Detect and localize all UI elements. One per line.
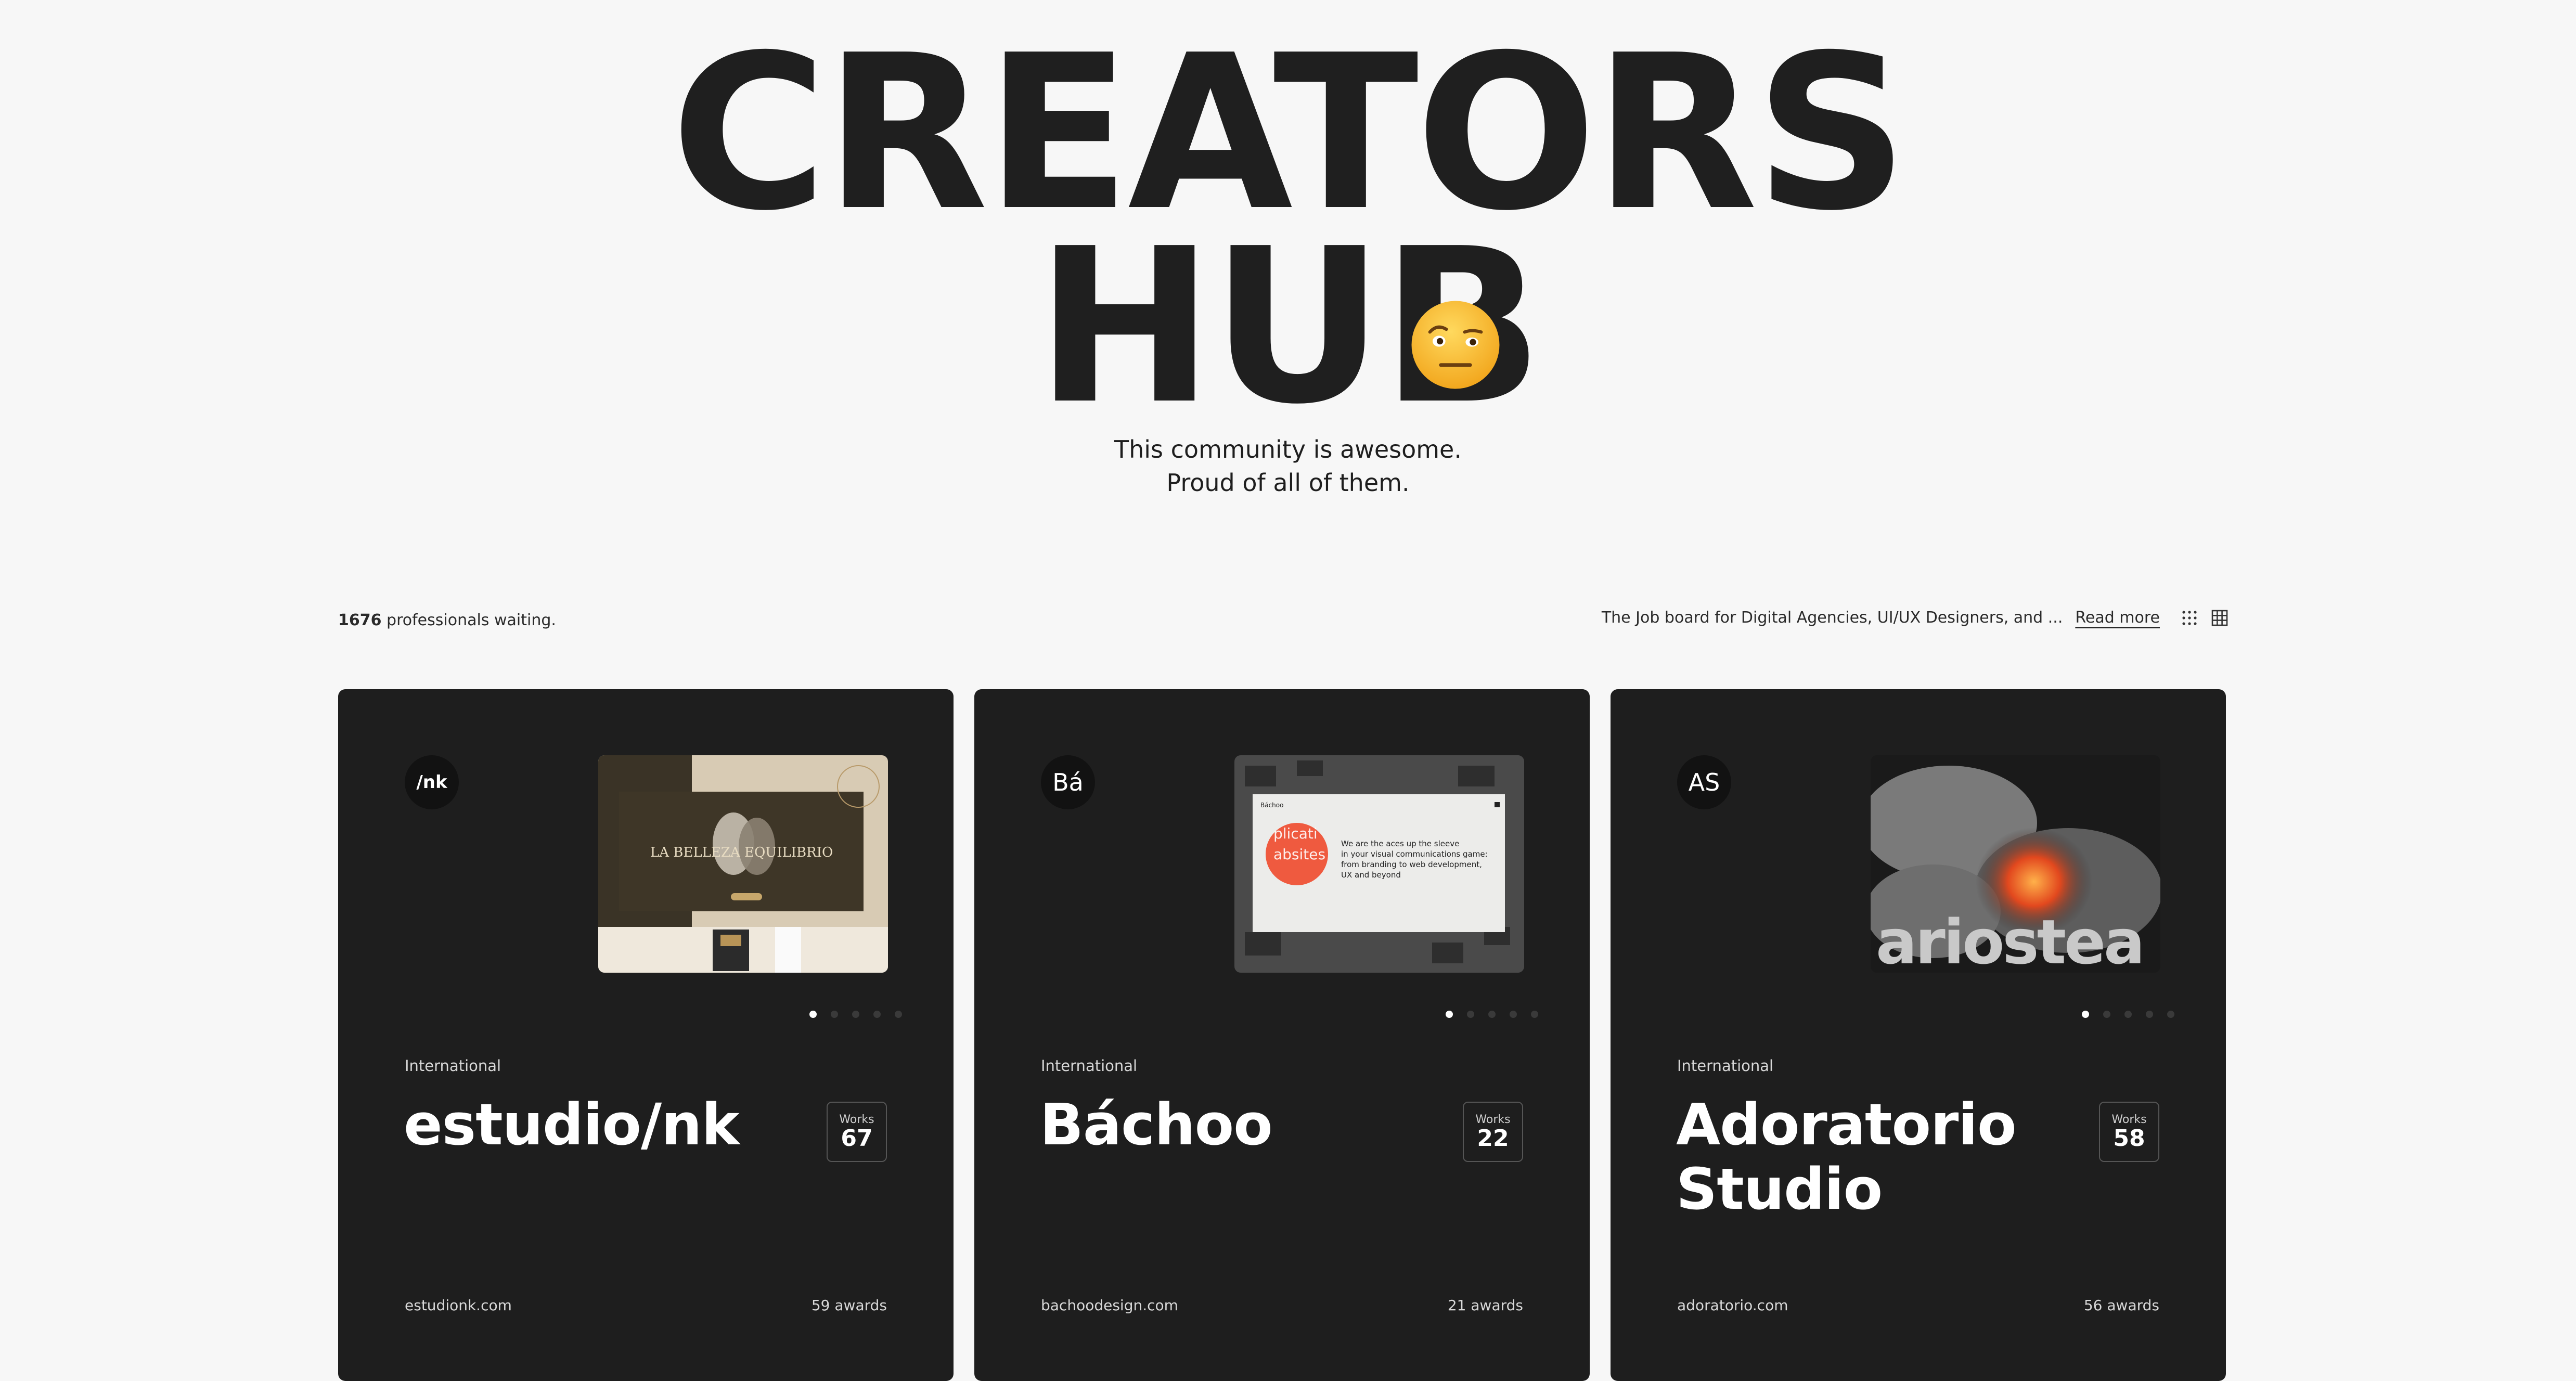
page-title: CREATORS HUB: [0, 9, 2576, 433]
works-label: Works: [839, 1113, 874, 1126]
creator-name[interactable]: Báchoo: [1040, 1092, 1435, 1157]
works-badge: Works 58: [2099, 1102, 2159, 1162]
dots-grid-icon[interactable]: [2181, 609, 2198, 627]
works-count: 22: [1477, 1125, 1509, 1152]
works-badge: Works 22: [1463, 1102, 1523, 1162]
works-label: Works: [1475, 1113, 1511, 1126]
svg-text:plicati: plicati: [1273, 825, 1318, 842]
svg-text:We are the aces up the sleeve: We are the aces up the sleeve: [1341, 839, 1459, 848]
creator-card-adoratorio[interactable]: AS ariostea International Adoratorio Stu…: [1611, 689, 2226, 1381]
svg-text:absites: absites: [1273, 846, 1325, 863]
count-number: 1676: [338, 611, 382, 629]
subtitle-line-1: This community is awesome.: [1114, 435, 1462, 463]
title-line-1: CREATORS: [671, 9, 1908, 257]
creator-logo: Bá: [1041, 755, 1095, 809]
svg-text:Báchoo: Báchoo: [1260, 802, 1283, 809]
works-count: 58: [2113, 1125, 2145, 1152]
read-more-link[interactable]: Read more: [2075, 609, 2160, 627]
awards-count: 56 awards: [2083, 1297, 2159, 1314]
svg-text:ariostea: ariostea: [1876, 906, 2143, 973]
works-badge: Works 67: [827, 1102, 887, 1162]
creator-name[interactable]: Adoratorio Studio: [1676, 1092, 2071, 1221]
svg-text:UX and beyond: UX and beyond: [1341, 870, 1401, 880]
creator-region: International: [1677, 1057, 1774, 1075]
professionals-count: 1676 professionals waiting.: [338, 611, 556, 629]
work-thumbnail[interactable]: LA BELLEZA EQUILIBRIO: [598, 755, 888, 973]
creator-logo: /nk: [405, 755, 459, 809]
creator-logo: AS: [1677, 755, 1731, 809]
creator-card-bachoo[interactable]: Bá plicati absites We are the aces up th…: [974, 689, 1590, 1381]
svg-text:from branding to web developme: from branding to web development,: [1341, 860, 1482, 869]
works-label: Works: [2111, 1113, 2147, 1126]
svg-text:in your visual communications: in your visual communications game:: [1341, 849, 1488, 859]
creator-card-estudio-nk[interactable]: /nk LA BELLEZA EQUILIBRIO International …: [338, 689, 954, 1381]
works-count: 67: [841, 1125, 873, 1152]
work-thumbnail[interactable]: ariostea: [1871, 755, 2160, 973]
job-board-description: The Job board for Digital Agencies, UI/U…: [1601, 609, 2063, 627]
thumb-text: LA BELLEZA EQUILIBRIO: [650, 845, 833, 860]
awards-count: 21 awards: [1447, 1297, 1523, 1314]
info-bar-right: The Job board for Digital Agencies, UI/U…: [1602, 609, 2229, 627]
creator-website-link[interactable]: estudionk.com: [405, 1297, 512, 1314]
face-with-raised-eyebrow-emoji-icon: [1410, 299, 1501, 391]
subtitle-line-2: Proud of all of them.: [1166, 469, 1410, 497]
count-suffix: professionals waiting.: [381, 611, 556, 629]
creator-region: International: [405, 1057, 501, 1075]
creator-cards: /nk LA BELLEZA EQUILIBRIO International …: [338, 689, 2226, 1381]
creator-website-link[interactable]: adoratorio.com: [1677, 1297, 1788, 1314]
carousel-dots[interactable]: [809, 1011, 902, 1018]
hero-subtitle: This community is awesome. Proud of all …: [0, 433, 2576, 499]
grid-icon[interactable]: [2211, 609, 2229, 627]
work-thumbnail[interactable]: plicati absites We are the aces up the s…: [1234, 755, 1524, 973]
carousel-dots[interactable]: [2082, 1011, 2174, 1018]
creator-name[interactable]: estudio/nk: [404, 1092, 799, 1157]
carousel-dots[interactable]: [1446, 1011, 1538, 1018]
awards-count: 59 awards: [811, 1297, 887, 1314]
creator-website-link[interactable]: bachoodesign.com: [1041, 1297, 1178, 1314]
creator-region: International: [1041, 1057, 1138, 1075]
